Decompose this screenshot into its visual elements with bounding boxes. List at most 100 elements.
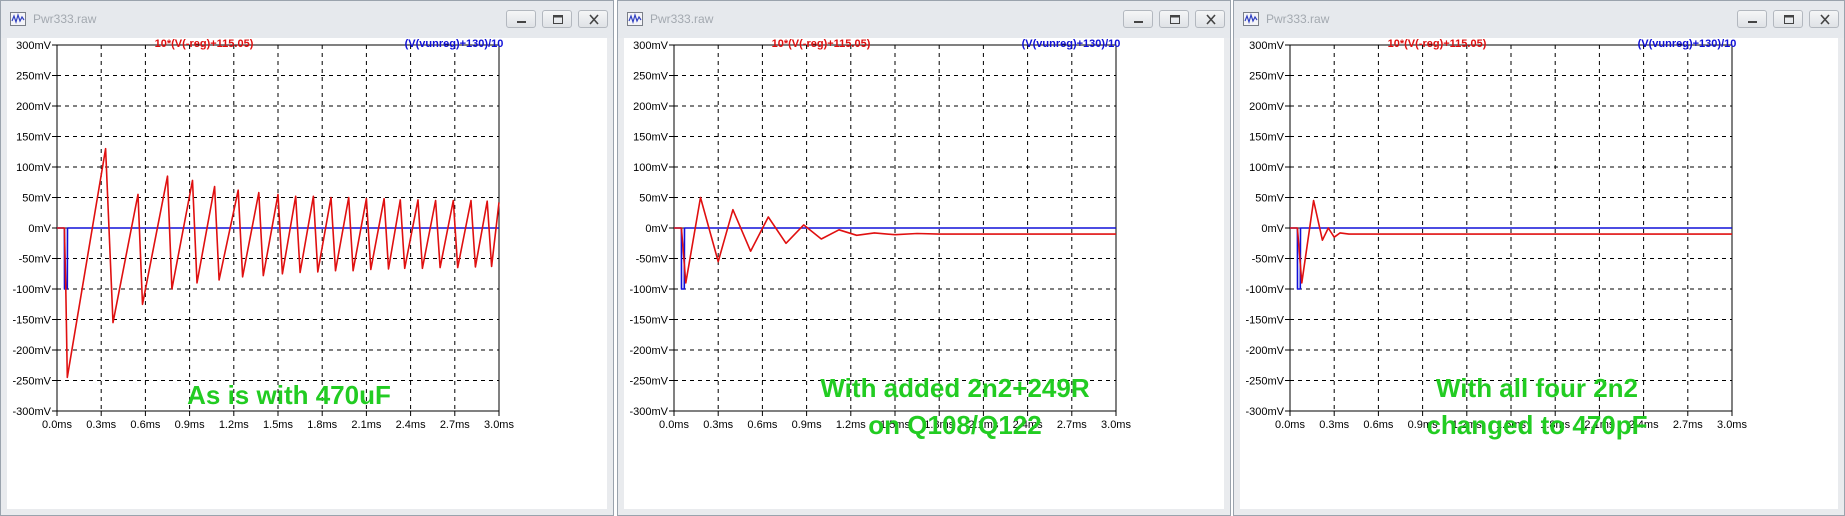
x-tick-label: 1.2ms — [219, 419, 249, 431]
annotation-line-1: With added 2n2+249R — [820, 373, 1089, 403]
close-icon — [1206, 14, 1216, 25]
y-tick-label: 50mV — [22, 193, 51, 205]
waveform-window-1[interactable]: Pwr333.raw 300mV 250mV 200mV 150mV 100mV 50mV… — [0, 0, 614, 516]
x-tick-label: 2.4ms — [396, 419, 426, 431]
y-tick-label: -200mV — [12, 345, 51, 357]
maximize-button[interactable] — [542, 10, 572, 28]
y-tick-label: 150mV — [633, 132, 669, 144]
x-tick-label: 0.3ms — [703, 419, 733, 431]
y-tick-label: -100mV — [629, 284, 668, 296]
y-tick-label: 150mV — [1249, 132, 1285, 144]
y-tick-label: 100mV — [1249, 162, 1285, 174]
y-tick-label: 200mV — [1249, 101, 1285, 113]
y-tick-label: 150mV — [16, 132, 52, 144]
waveform-app-icon — [1243, 12, 1259, 26]
x-tick-label: 0.6ms — [130, 419, 160, 431]
close-button[interactable] — [578, 10, 608, 28]
trace-label-red: 10*(V(-reg)+115.05) — [155, 38, 254, 50]
y-tick-label: -200mV — [629, 345, 668, 357]
close-button[interactable] — [1195, 10, 1225, 28]
maximize-icon — [553, 15, 563, 24]
waveform-chart: 300mV 250mV 200mV 150mV 100mV 50mV 0mV -50mV -10… — [12, 38, 514, 431]
y-tick-label: 200mV — [16, 101, 52, 113]
y-tick-label: -100mV — [12, 284, 51, 296]
y-tick-label: -50mV — [19, 254, 52, 266]
minimize-icon — [517, 21, 526, 23]
trace-label-red: 10*(V(-reg)+115.05) — [772, 38, 871, 50]
y-tick-label: 50mV — [1255, 193, 1284, 205]
y-tick-label: 100mV — [16, 162, 52, 174]
x-tick-label: 3.0ms — [1717, 419, 1747, 431]
minimize-button[interactable] — [506, 10, 536, 28]
minimize-button[interactable] — [1123, 10, 1153, 28]
x-tick-label: 1.8ms — [307, 419, 337, 431]
x-tick-label: 2.7ms — [1673, 419, 1703, 431]
y-tick-label: -50mV — [1252, 254, 1285, 266]
annotation-line-1: As is with 470uF — [187, 380, 391, 410]
trace-label-blue: (V(vunreg)+130)/10 — [1022, 38, 1121, 50]
y-tick-label: 200mV — [633, 101, 669, 113]
maximize-button[interactable] — [1159, 10, 1189, 28]
y-tick-label: -150mV — [629, 315, 668, 327]
y-tick-label: -150mV — [1245, 315, 1284, 327]
y-tick-label: 50mV — [639, 193, 668, 205]
y-tick-label: -300mV — [12, 406, 51, 418]
minimize-icon — [1748, 21, 1757, 23]
trace-label-red: 10*(V(-reg)+115.05) — [1388, 38, 1487, 50]
x-tick-label: 0.6ms — [747, 419, 777, 431]
y-tick-label: -250mV — [1245, 376, 1284, 388]
maximize-icon — [1784, 15, 1794, 24]
y-tick-label: -250mV — [629, 376, 668, 388]
plot-area[interactable]: 300mV 250mV 200mV 150mV 100mV 50mV 0mV -50mV -10… — [1240, 38, 1838, 509]
waveform-app-icon — [10, 12, 26, 26]
x-tick-label: 0.0ms — [42, 419, 72, 431]
annotation-line-1: With all four 2n2 — [1436, 373, 1638, 403]
close-icon — [589, 14, 599, 25]
waveform-window-2[interactable]: Pwr333.raw 300mV 250mV 200mV 150mV 100mV 50mV… — [617, 0, 1231, 516]
y-tick-label: -150mV — [12, 315, 51, 327]
x-tick-label: 2.1ms — [351, 419, 381, 431]
x-tick-label: 2.7ms — [440, 419, 470, 431]
x-tick-label: 3.0ms — [1101, 419, 1131, 431]
y-tick-label: 100mV — [633, 162, 669, 174]
title-bar[interactable]: Pwr333.raw — [618, 1, 1230, 38]
y-tick-label: -250mV — [12, 376, 51, 388]
window-title: Pwr333.raw — [650, 12, 714, 26]
plot-grid: 300mV 250mV 200mV 150mV 100mV 50mV 0mV -50mV -10… — [12, 40, 514, 431]
title-bar[interactable]: Pwr333.raw — [1, 1, 613, 38]
x-tick-label: 0.0ms — [1275, 419, 1305, 431]
waveform-window-3[interactable]: Pwr333.raw 300mV 250mV 200mV 150mV 100mV 50mV… — [1233, 0, 1845, 516]
y-tick-label: 250mV — [16, 71, 52, 83]
y-tick-label: -100mV — [1245, 284, 1284, 296]
y-tick-label: 0mV — [645, 223, 668, 235]
x-tick-label: 1.5ms — [263, 419, 293, 431]
title-bar[interactable]: Pwr333.raw — [1234, 1, 1844, 38]
waveform-chart: 300mV 250mV 200mV 150mV 100mV 50mV 0mV -50mV -10… — [1245, 38, 1747, 440]
x-tick-label: 0.0ms — [659, 419, 689, 431]
close-button[interactable] — [1809, 10, 1839, 28]
y-tick-label: -300mV — [629, 406, 668, 418]
y-tick-label: 0mV — [1261, 223, 1284, 235]
plot-area[interactable]: 300mV 250mV 200mV 150mV 100mV 50mV 0mV -50mV -10… — [624, 38, 1224, 509]
y-tick-label: 0mV — [28, 223, 51, 235]
x-tick-label: 0.9ms — [175, 419, 205, 431]
y-tick-label: 250mV — [1249, 71, 1285, 83]
trace-label-blue: (V(vunreg)+130)/10 — [1638, 38, 1737, 50]
x-tick-label: 3.0ms — [484, 419, 514, 431]
x-tick-label: 0.9ms — [792, 419, 822, 431]
maximize-button[interactable] — [1773, 10, 1803, 28]
waveform-chart: 300mV 250mV 200mV 150mV 100mV 50mV 0mV -50mV -10… — [629, 38, 1131, 440]
y-tick-label: -200mV — [1245, 345, 1284, 357]
waveform-app-icon — [627, 12, 643, 26]
annotation-line-2: on Q108/Q122 — [868, 410, 1041, 440]
x-tick-label: 0.3ms — [86, 419, 116, 431]
close-icon — [1820, 14, 1830, 25]
x-tick-label: 2.7ms — [1057, 419, 1087, 431]
minimize-button[interactable] — [1737, 10, 1767, 28]
annotation-line-2: changed to 470pF — [1426, 410, 1647, 440]
y-tick-label: 300mV — [633, 40, 669, 52]
maximize-icon — [1170, 15, 1180, 24]
plot-area[interactable]: 300mV 250mV 200mV 150mV 100mV 50mV 0mV -50mV -10… — [7, 38, 607, 509]
x-tick-label: 0.3ms — [1319, 419, 1349, 431]
trace-label-blue: (V(vunreg)+130)/10 — [405, 38, 504, 50]
